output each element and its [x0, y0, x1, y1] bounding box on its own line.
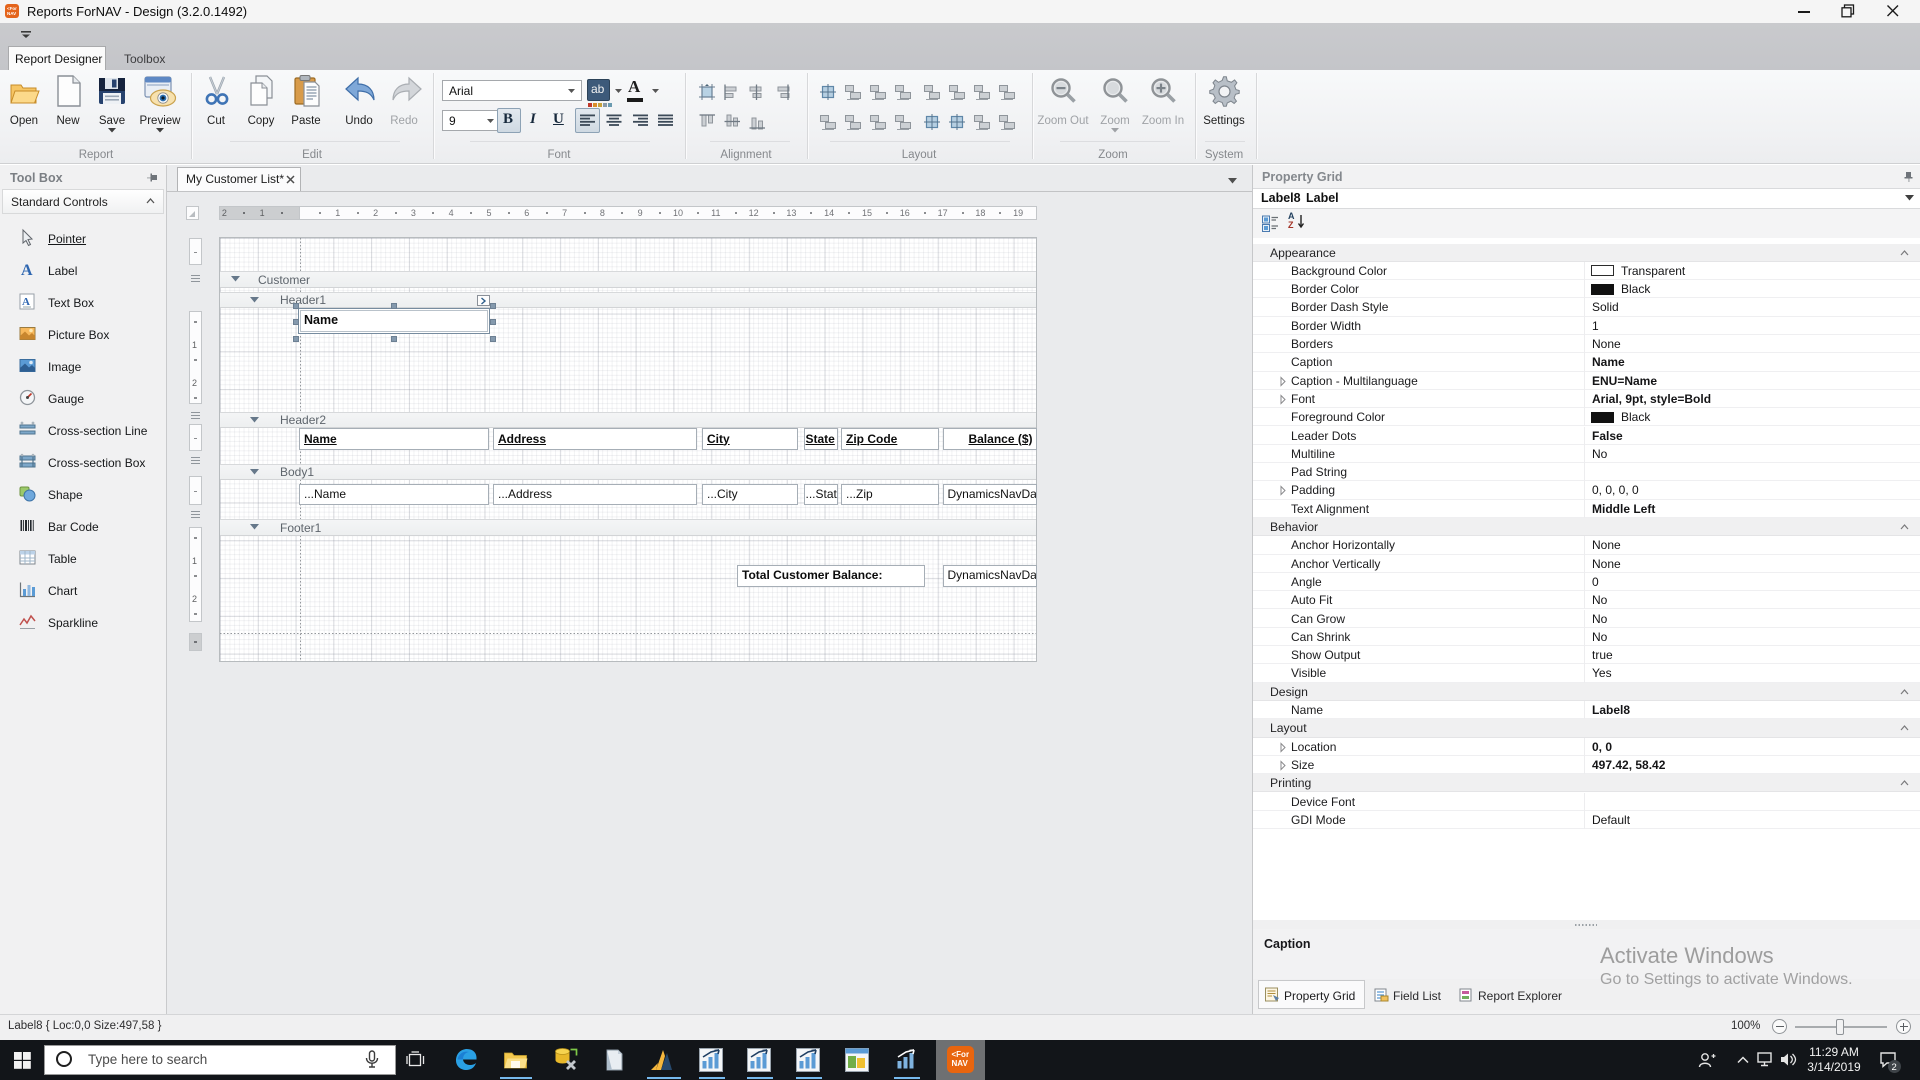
svg-text:A: A: [22, 296, 30, 308]
svg-text:A: A: [21, 262, 33, 279]
